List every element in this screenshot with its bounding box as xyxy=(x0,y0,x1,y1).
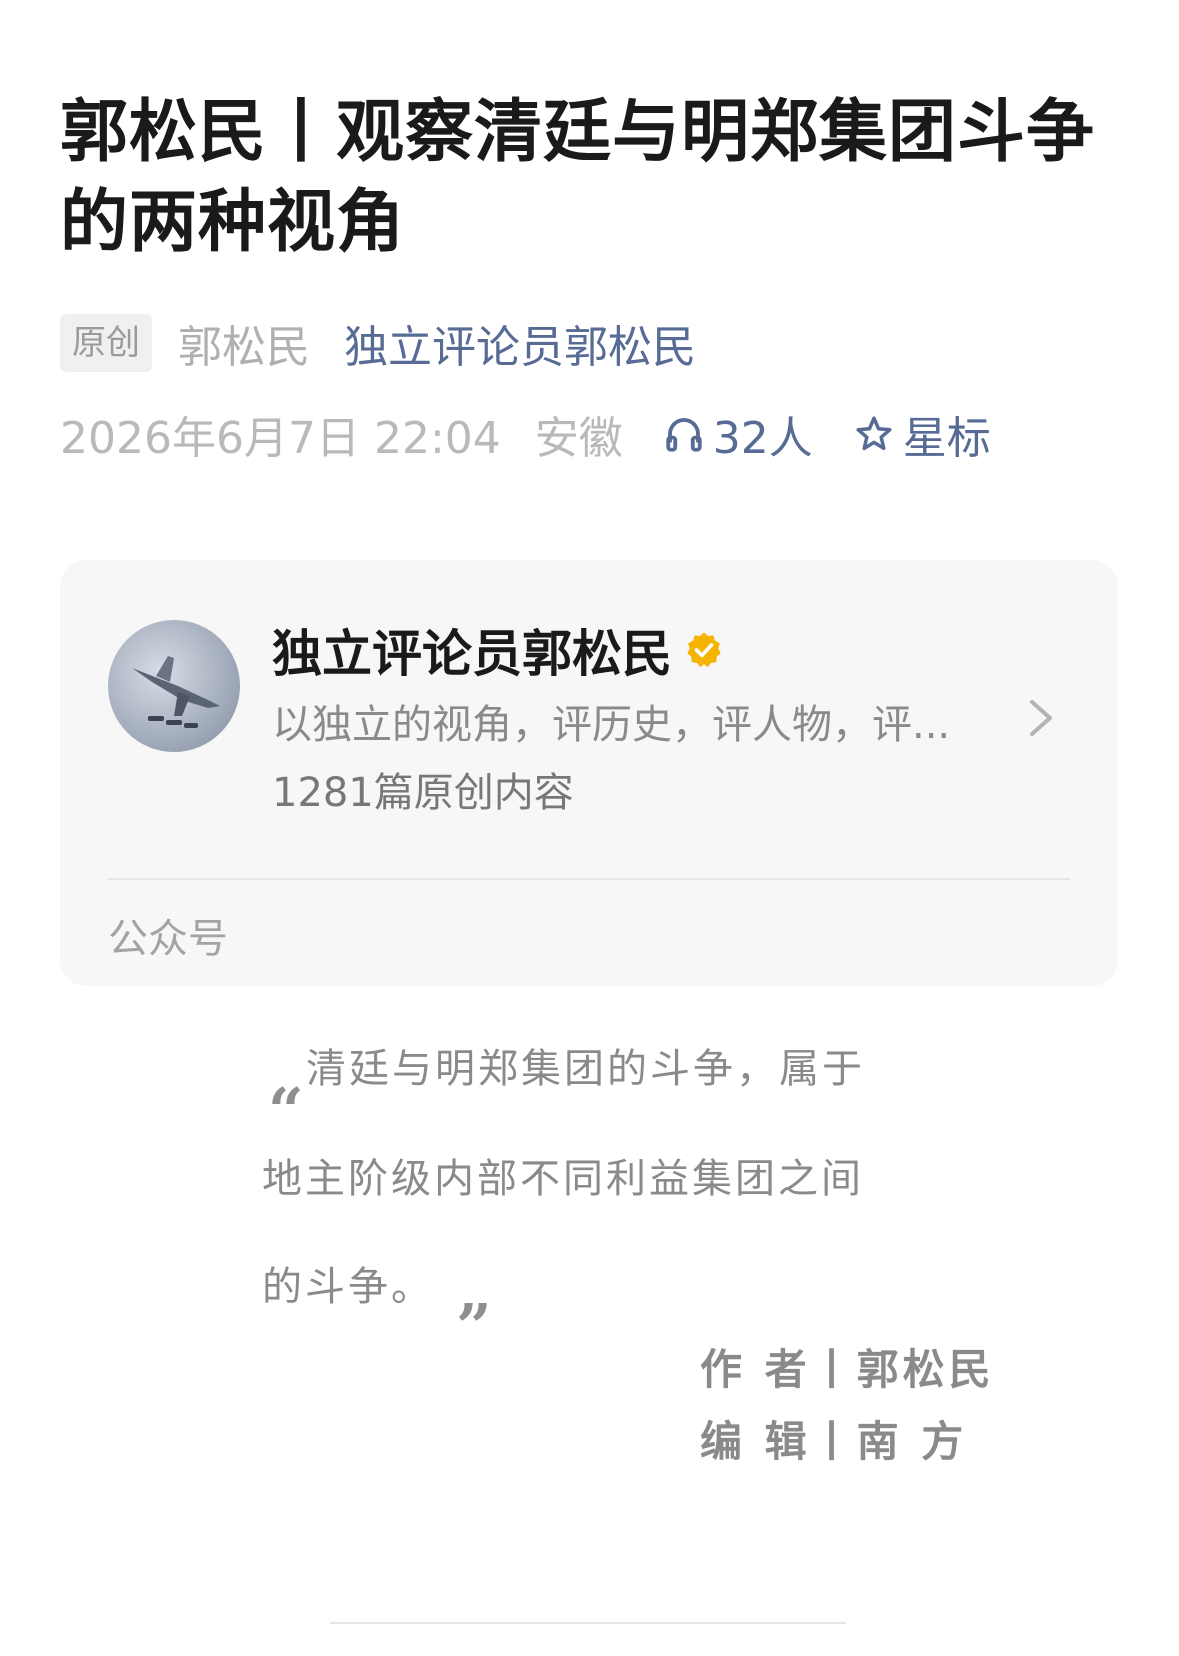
account-type: 公众号 xyxy=(108,916,228,962)
chevron-right-icon[interactable] xyxy=(1028,698,1054,738)
article-meta-authors: 原创 郭松民 独立评论员郭松民 xyxy=(60,312,696,374)
article-meta-info: 2026年6月7日 22:04 安徽 32人 星标 xyxy=(60,404,991,464)
author-name: 郭松民 xyxy=(178,322,310,373)
publish-region: 安徽 xyxy=(534,413,623,464)
quote-open-mark: “ xyxy=(268,1074,304,1147)
avatar[interactable] xyxy=(108,620,240,752)
verified-icon xyxy=(687,632,721,668)
star-icon xyxy=(856,416,892,451)
card-divider xyxy=(108,878,1070,880)
listener-count: 32人 xyxy=(712,413,813,464)
original-badge: 原创 xyxy=(60,314,152,372)
editor-credit: 编 辑丨南 方 xyxy=(700,1417,968,1466)
account-name: 独立评论员郭松民 xyxy=(272,625,672,683)
quote-line-1: 清廷与明郑集团的斗争，属于 xyxy=(306,1046,865,1092)
fighter-jet-image xyxy=(132,656,220,728)
star-label: 星标 xyxy=(902,413,991,464)
account-description: 以独立的视角，评历史，评人物，评... xyxy=(272,702,951,748)
original-count: 1281篇原创内容 xyxy=(272,770,574,816)
quote-close-mark: ” xyxy=(456,1290,492,1363)
publish-date: 2026年6月7日 22:04 xyxy=(60,413,501,464)
account-card[interactable]: 独立评论员郭松民 以独立的视角，评历史，评人物，评... 1281篇原创内容 公… xyxy=(60,560,1118,986)
account-card-name: 独立评论员郭松民 xyxy=(272,614,724,686)
headphones-icon xyxy=(666,418,702,452)
listen-button[interactable]: 32人 xyxy=(663,402,813,466)
star-button[interactable]: 星标 xyxy=(853,402,991,466)
quote-line-3: 的斗争。 xyxy=(262,1264,434,1310)
account-link[interactable]: 独立评论员郭松民 xyxy=(344,311,696,375)
quote-line-2: 地主阶级内部不同利益集团之间 xyxy=(262,1156,864,1202)
author-credit: 作 者丨郭松民 xyxy=(700,1345,995,1394)
divider xyxy=(330,1622,846,1624)
article-title: 郭松民丨观察清廷与明郑集团斗争的两种视角 xyxy=(60,93,1096,262)
